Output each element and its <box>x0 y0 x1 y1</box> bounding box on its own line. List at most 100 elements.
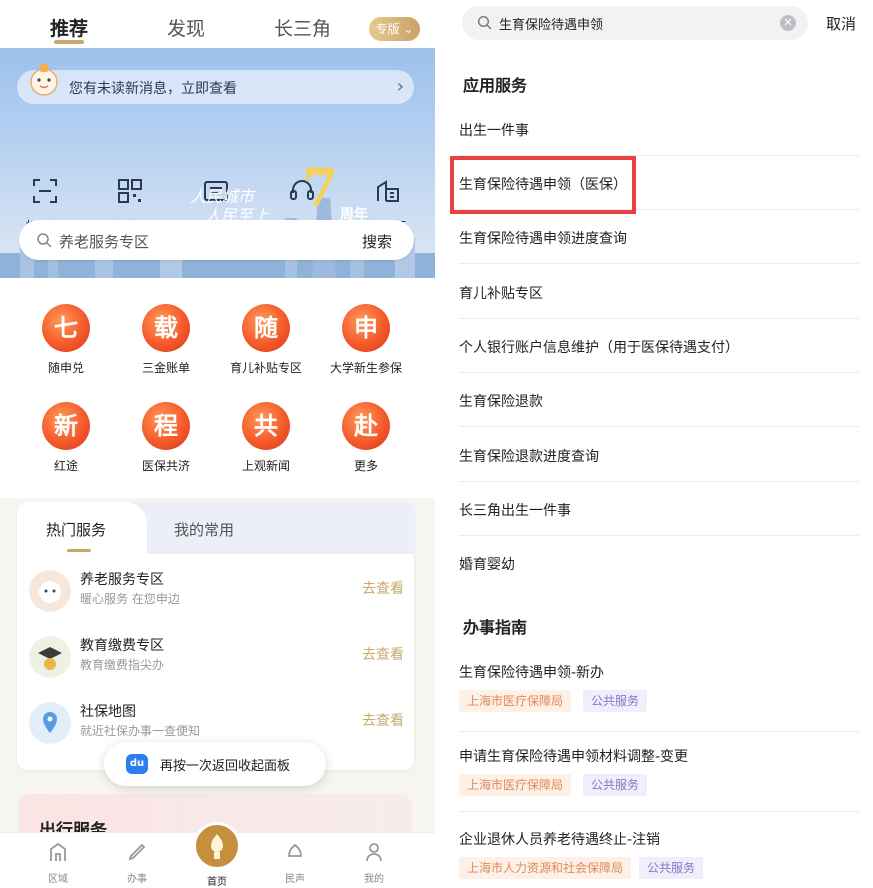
tabbar-voice[interactable]: 民声 <box>265 841 325 885</box>
grid-item-hongtu[interactable]: 新 红途 <box>16 402 116 474</box>
elderly-mascot-icon <box>29 570 71 612</box>
service-row-education[interactable]: 教育缴费专区 教育缴费指尖办 去查看 <box>17 626 414 692</box>
service-row-title: 社保地图 <box>80 704 136 720</box>
services-card-tabs: 热门服务 我的常用 <box>17 502 414 554</box>
result-item[interactable]: 育儿补贴专区 <box>459 265 859 319</box>
grid-item-label: 红途 <box>53 459 78 473</box>
tab-discover[interactable]: 发现 <box>167 14 205 41</box>
result-item[interactable]: 生育保险退款进度查询 <box>459 428 859 482</box>
service-row-subtitle: 就近社保办事一查便知 <box>80 724 201 738</box>
org-tag: 上海市医疗保障局 <box>459 774 572 796</box>
result-item-label: 个人银行账户信息维护（用于医保待遇支付） <box>459 340 739 356</box>
mascot-icon <box>30 64 58 96</box>
unread-message-bar[interactable]: 您有未读新消息，立即查看 › <box>17 64 414 104</box>
result-item[interactable]: 婚育婴幼 <box>459 536 859 590</box>
service-row-elderly[interactable]: 养老服务专区 暖心服务 在您申边 去查看 <box>17 560 414 626</box>
guide-item-title: 生育保险待遇申领-新办 <box>459 665 605 681</box>
search-query-text: 生育保险待遇申领 <box>499 18 604 33</box>
cancel-button[interactable]: 取消 <box>826 13 856 34</box>
home-panel: 推荐 发现 长三角 专版 ⌄ 您有未读新消息，立即查看 › 人民城市 人民至上 … <box>0 0 435 888</box>
tabbar-profile[interactable]: 我的 <box>344 841 404 885</box>
grid-item-shangguan-news[interactable]: 共 上观新闻 <box>216 402 316 474</box>
tabbar-label: 民声 <box>285 874 305 885</box>
map-pin-icon <box>29 702 71 744</box>
clear-icon[interactable]: ✕ <box>780 15 796 31</box>
grid-item-more[interactable]: 赴 更多 <box>316 402 416 474</box>
tabbar-label: 办事 <box>127 874 147 885</box>
tab-my-frequent[interactable]: 我的常用 <box>174 519 234 540</box>
unread-message-text: 您有未读新消息，立即查看 <box>69 81 237 97</box>
grid-badge-icon: 申 <box>342 304 390 352</box>
tabbar-home[interactable] <box>193 822 241 870</box>
grid-item-label: 大学新生参保 <box>329 361 402 375</box>
view-link[interactable]: 去查看 <box>362 710 404 730</box>
result-item-label: 长三角出生一件事 <box>459 503 571 519</box>
grid-item-label: 上观新闻 <box>241 459 290 473</box>
anniversary-digit: 7 <box>302 158 339 219</box>
top-tabs: 推荐 发现 长三角 专版 ⌄ <box>0 0 435 48</box>
result-item[interactable]: 生育保险退款 <box>459 373 859 427</box>
edition-button[interactable]: 专版 ⌄ <box>369 17 420 41</box>
search-results-panel: 生育保险待遇申领 ✕ 取消 应用服务 出生一件事 生育保险待遇申领（医保） 生育… <box>446 0 873 888</box>
search-icon <box>477 15 492 30</box>
result-item[interactable]: 生育保险待遇申领进度查询 <box>459 210 859 264</box>
grid-badge-icon: 随 <box>242 304 290 352</box>
result-item[interactable]: 长三角出生一件事 <box>459 482 859 536</box>
grid-badge-icon: 共 <box>242 402 290 450</box>
guide-item[interactable]: 生育保险待遇申领-新办 上海市医疗保障局 公共服务 <box>459 662 859 732</box>
voice-icon <box>288 843 302 857</box>
grid-item-medical-mutual[interactable]: 程 医保共济 <box>116 402 216 474</box>
chevron-down-icon: ⌄ <box>399 22 414 36</box>
baidu-logo-icon: du <box>126 754 148 774</box>
view-link[interactable]: 去查看 <box>362 644 404 664</box>
grid-item-childcare-subsidy[interactable]: 随 育儿补贴专区 <box>216 304 316 376</box>
guide-item-title: 企业退休人员养老待遇终止-注销 <box>459 832 661 848</box>
grid-item-label: 医保共济 <box>141 459 190 473</box>
grid-item-label: 随申兑 <box>47 361 84 375</box>
education-icon <box>29 636 71 678</box>
tabbar-label: 我的 <box>364 874 384 885</box>
return-toast: du 再按一次返回收起面板 <box>104 742 326 786</box>
enterprise-cloud-icon <box>377 180 399 202</box>
pen-icon <box>128 843 146 861</box>
grid-item-student-insurance[interactable]: 申 大学新生参保 <box>316 304 416 376</box>
tab-hot-services[interactable]: 热门服务 <box>46 519 106 540</box>
home-search-bar[interactable]: 养老服务专区 搜索 <box>19 220 414 260</box>
service-row-title: 养老服务专区 <box>80 572 164 588</box>
result-item[interactable]: 出生一件事 <box>459 102 859 156</box>
view-link[interactable]: 去查看 <box>362 578 404 598</box>
org-tag: 上海市医疗保障局 <box>459 690 572 712</box>
tabbar-home-label: 首页 <box>207 877 227 888</box>
guide-item[interactable]: 企业退休人员养老待遇终止-注销 上海市人力资源和社会保障局 公共服务 <box>459 829 859 887</box>
service-row-subtitle: 教育缴费指尖办 <box>80 658 165 672</box>
hero-banner: 您有未读新消息，立即查看 › 扫一扫 随申码 亮证 客服 企业云 <box>0 48 435 278</box>
qr-code-icon <box>118 179 142 203</box>
tabbar-district[interactable]: 区域 <box>28 841 88 885</box>
results-search-input[interactable]: 生育保险待遇申领 ✕ <box>462 6 808 40</box>
grid-item-label: 育儿补贴专区 <box>229 361 302 375</box>
home-search-button[interactable]: 搜索 <box>362 231 392 252</box>
services-card: 热门服务 我的常用 养老服务专区 暖心服务 在您申边 去查看 教育缴费专区 教育… <box>17 502 414 770</box>
guide-item[interactable]: 申请生育保险待遇申领材料调整-变更 上海市医疗保障局 公共服务 <box>459 746 859 812</box>
grid-item-suishendui[interactable]: 七 随申兑 <box>16 304 116 376</box>
chevron-right-icon: › <box>396 76 404 97</box>
home-search-placeholder: 养老服务专区 <box>59 233 150 251</box>
tabbar-services[interactable]: 办事 <box>107 841 167 885</box>
result-item-label: 生育保险退款 <box>459 394 543 410</box>
home-icon <box>211 834 223 859</box>
grid-item-sanjin-bill[interactable]: 载 三金账单 <box>116 304 216 376</box>
active-tab-indicator <box>54 40 84 44</box>
result-item[interactable]: 个人银行账户信息维护（用于医保待遇支付） <box>459 319 859 373</box>
result-item-label: 育儿补贴专区 <box>459 286 543 302</box>
service-grid: 七 随申兑 载 三金账单 随 育儿补贴专区 申 大学新生参保 新 红途 程 医保… <box>0 278 435 498</box>
edition-label: 专版 <box>375 22 400 36</box>
bottom-tabbar: 区域 办事 首页 民声 我的 <box>0 822 435 888</box>
grid-badge-icon: 新 <box>42 402 90 450</box>
tab-recommend[interactable]: 推荐 <box>50 14 88 41</box>
service-row-title: 教育缴费专区 <box>80 638 164 654</box>
highlight-box <box>450 156 636 214</box>
tab-yangtze-delta[interactable]: 长三角 <box>274 14 331 41</box>
grid-item-label: 更多 <box>353 459 378 473</box>
result-item-label: 生育保险待遇申领进度查询 <box>459 231 627 247</box>
card-tab-indicator <box>67 549 91 552</box>
